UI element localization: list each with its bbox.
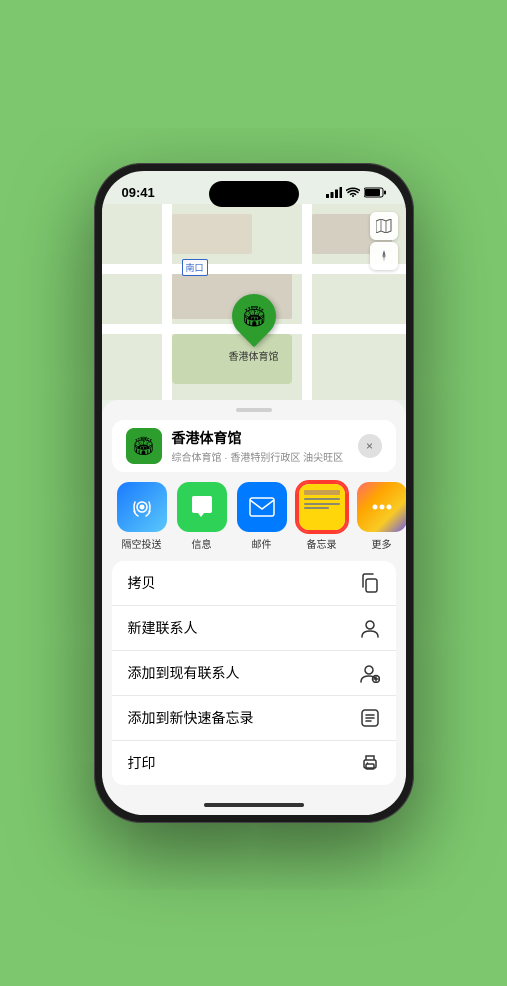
add-existing-contact-icon	[360, 663, 380, 683]
share-item-airdrop[interactable]: 隔空投送	[116, 482, 168, 551]
notes-icon-inner	[299, 484, 345, 530]
dynamic-island	[209, 181, 299, 207]
mail-label: 邮件	[252, 536, 272, 551]
status-icons	[326, 187, 386, 198]
copy-icon	[360, 573, 380, 593]
share-item-mail[interactable]: 邮件	[236, 482, 288, 551]
action-item-add-existing[interactable]: 添加到现有联系人	[112, 651, 396, 696]
wifi-icon	[346, 187, 360, 198]
mail-symbol	[248, 496, 276, 518]
venue-header: 🏟 香港体育馆 综合体育馆 · 香港特别行政区 油尖旺区 ×	[112, 420, 396, 472]
print-icon	[360, 753, 380, 773]
action-label-quick-note: 添加到新快速备忘录	[128, 708, 254, 728]
phone-frame: 09:41	[94, 163, 414, 823]
close-button[interactable]: ×	[358, 434, 382, 458]
action-item-quick-note[interactable]: 添加到新快速备忘录	[112, 696, 396, 741]
action-item-new-contact[interactable]: 新建联系人	[112, 606, 396, 651]
new-contact-icon	[360, 618, 380, 638]
action-item-print[interactable]: 打印	[112, 741, 396, 785]
share-item-notes[interactable]: 备忘录	[296, 482, 348, 551]
more-icon	[357, 482, 406, 532]
home-indicator	[102, 795, 406, 815]
compass-button[interactable]	[370, 242, 398, 270]
home-bar	[204, 803, 304, 807]
compass-icon	[377, 249, 391, 263]
venue-name: 香港体育馆	[172, 428, 348, 448]
map-area: 南口	[102, 204, 406, 400]
signal-icon	[326, 187, 342, 198]
bottom-sheet: 🏟 香港体育馆 综合体育馆 · 香港特别行政区 油尖旺区 ×	[102, 400, 406, 815]
pin-venue-icon: 🏟	[241, 304, 266, 329]
venue-description: 综合体育馆 · 香港特别行政区 油尖旺区	[172, 449, 348, 464]
notes-icon	[297, 482, 347, 532]
map-background: 南口	[102, 204, 406, 400]
pin-label: 香港体育馆	[229, 348, 279, 363]
more-label: 更多	[372, 536, 392, 551]
action-label-copy: 拷贝	[128, 573, 156, 593]
share-item-more[interactable]: 更多	[356, 482, 406, 551]
map-controls	[370, 212, 398, 270]
airdrop-label: 隔空投送	[122, 536, 162, 551]
messages-label: 信息	[192, 536, 212, 551]
action-label-new-contact: 新建联系人	[128, 618, 198, 638]
more-symbol	[368, 493, 396, 521]
action-list: 拷贝 新建联系人 添加到现有联系人	[112, 561, 396, 785]
status-time: 09:41	[122, 185, 155, 200]
messages-symbol	[188, 493, 216, 521]
map-type-button[interactable]	[370, 212, 398, 240]
battery-icon	[364, 187, 386, 198]
phone-screen: 09:41	[102, 171, 406, 815]
airdrop-icon	[117, 482, 167, 532]
venue-logo: 🏟	[126, 428, 162, 464]
share-item-messages[interactable]: 信息	[176, 482, 228, 551]
venue-pin[interactable]: 🏟 香港体育馆	[229, 294, 279, 363]
messages-icon	[177, 482, 227, 532]
action-label-add-existing: 添加到现有联系人	[128, 663, 240, 683]
action-label-print: 打印	[128, 753, 156, 773]
venue-info: 香港体育馆 综合体育馆 · 香港特别行政区 油尖旺区	[172, 428, 348, 464]
notes-label: 备忘录	[307, 536, 337, 551]
map-label-south-gate: 南口	[182, 259, 208, 276]
map-type-icon	[376, 219, 392, 233]
sheet-handle	[236, 408, 272, 412]
pin-circle: 🏟	[222, 285, 284, 347]
airdrop-symbol	[129, 494, 155, 520]
mail-icon	[237, 482, 287, 532]
share-row: 隔空投送 信息	[102, 472, 406, 561]
action-item-copy[interactable]: 拷贝	[112, 561, 396, 606]
quick-note-icon	[360, 708, 380, 728]
